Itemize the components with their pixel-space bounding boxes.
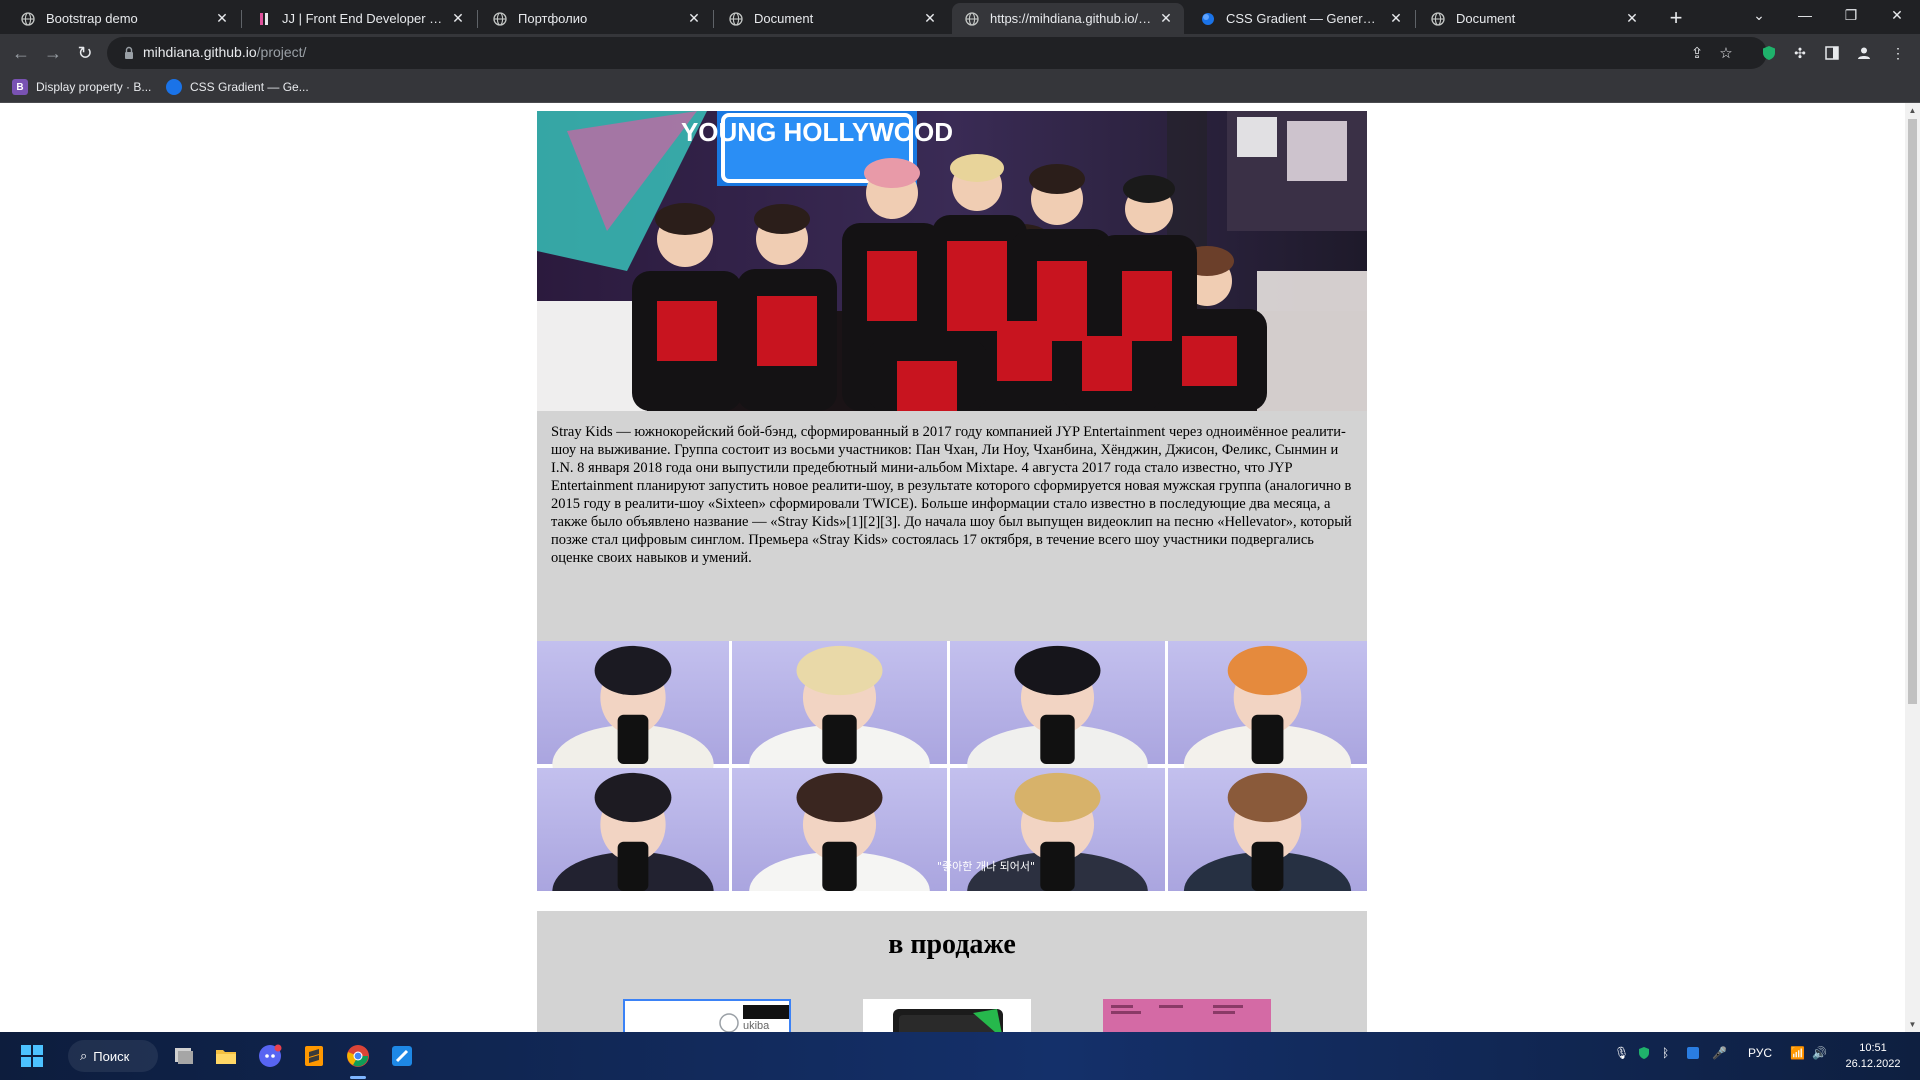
sale-heading: в продаже bbox=[888, 929, 1016, 960]
member-portrait bbox=[732, 768, 947, 931]
new-tab-button[interactable]: + bbox=[1662, 4, 1690, 32]
close-window-button[interactable]: ✕ bbox=[1874, 0, 1920, 30]
tab-title: Document bbox=[1456, 11, 1516, 26]
windows-taskbar: ⌕ Поиск 🎙 ᛒ 🎤 РУС 📶 🔊 10:51 26.12.2022 bbox=[0, 1032, 1920, 1080]
on-sale-section: в продаже ukiba bbox=[537, 911, 1367, 1032]
sublime-text-icon[interactable] bbox=[298, 1040, 330, 1072]
bookmark-label: Display property · B... bbox=[36, 80, 152, 94]
tab-portfolio[interactable]: Портфолио ✕ bbox=[480, 3, 712, 34]
microphone-icon[interactable]: 🎤 bbox=[1712, 1046, 1727, 1060]
member-photo-grid: "좋아한 개나 되어서" bbox=[537, 641, 1367, 931]
chrome-icon[interactable] bbox=[342, 1040, 374, 1072]
address-bar[interactable]: mihdiana.github.io/project/ ⇪ ☆ bbox=[107, 37, 1767, 69]
bookmark-css-gradient[interactable]: CSS Gradient — Ge... bbox=[166, 77, 309, 97]
clock-time: 10:51 bbox=[1859, 1042, 1887, 1054]
tab-search-icon[interactable]: ⌄ bbox=[1736, 0, 1782, 30]
clock-date: 26.12.2022 bbox=[1845, 1058, 1901, 1070]
mic-muted-icon[interactable]: 🎙 bbox=[1614, 1046, 1629, 1060]
globe-icon bbox=[1430, 11, 1446, 27]
scroll-up-icon[interactable]: ▲ bbox=[1905, 103, 1920, 118]
discord-icon[interactable] bbox=[254, 1040, 286, 1072]
product-card-2[interactable] bbox=[863, 999, 1031, 1032]
menu-kebab-icon[interactable]: ⋮ bbox=[1888, 43, 1908, 63]
bootstrap-icon: B bbox=[12, 79, 28, 95]
close-icon[interactable]: ✕ bbox=[1624, 10, 1640, 27]
css-gradient-icon bbox=[1200, 11, 1216, 27]
close-icon[interactable]: ✕ bbox=[922, 10, 938, 27]
bookmark-label: CSS Gradient — Ge... bbox=[190, 80, 309, 94]
scroll-down-icon[interactable]: ▼ bbox=[1905, 1017, 1920, 1032]
intro-text-box: Stray Kids — южнокорейский бой-бэнд, сфо… bbox=[551, 421, 1353, 621]
product-brand-label: ukiba bbox=[743, 1020, 770, 1032]
tab-mihdiana-project[interactable]: https://mihdiana.github.io/project/ ✕ bbox=[952, 3, 1184, 34]
system-clock[interactable]: 10:51 26.12.2022 bbox=[1838, 1040, 1908, 1072]
task-view-icon[interactable] bbox=[168, 1040, 200, 1072]
globe-icon bbox=[964, 11, 980, 27]
close-icon[interactable]: ✕ bbox=[1388, 10, 1404, 27]
forward-icon[interactable]: → bbox=[38, 38, 68, 68]
bookmarks-bar: B Display property · B... CSS Gradient —… bbox=[0, 72, 1920, 103]
intro-paragraph: Stray Kids — южнокорейский бой-бэнд, сфо… bbox=[551, 424, 1352, 566]
reload-icon[interactable]: ↻ bbox=[70, 38, 100, 68]
tab-title: https://mihdiana.github.io/project/ bbox=[990, 11, 1152, 26]
tab-css-gradient[interactable]: CSS Gradient — Generator, Maker ✕ bbox=[1188, 3, 1414, 34]
minimize-button[interactable]: — bbox=[1782, 0, 1828, 30]
globe-icon bbox=[20, 11, 36, 27]
search-icon: ⌕ bbox=[80, 1048, 88, 1063]
tab-document-1[interactable]: Document ✕ bbox=[716, 3, 948, 34]
page-scrollbar[interactable]: ▲ ▼ bbox=[1905, 103, 1920, 1032]
page-viewport: YOUNG HOLLYWOOD Stray Kids — южнокорейск… bbox=[0, 103, 1905, 1032]
lock-icon[interactable] bbox=[121, 45, 137, 61]
wifi-icon[interactable]: 📶 bbox=[1790, 1046, 1805, 1060]
tab-title: Document bbox=[754, 11, 814, 26]
browser-toolbar: ← → ↻ mihdiana.github.io/project/ ⇪ ☆ ✣ … bbox=[0, 34, 1920, 72]
volume-icon[interactable]: 🔊 bbox=[1812, 1046, 1827, 1060]
extensions-puzzle-icon[interactable]: ✣ bbox=[1790, 43, 1810, 63]
start-windows-icon[interactable] bbox=[16, 1040, 48, 1072]
taskbar-search[interactable]: ⌕ Поиск bbox=[68, 1040, 158, 1072]
jj-logo-icon bbox=[256, 11, 272, 27]
globe-icon bbox=[728, 11, 744, 27]
close-icon[interactable]: ✕ bbox=[1158, 10, 1174, 27]
input-language[interactable]: РУС bbox=[1748, 1046, 1772, 1060]
product-card-1[interactable]: ukiba bbox=[623, 999, 791, 1032]
bluetooth-icon[interactable]: ᛒ bbox=[1662, 1046, 1669, 1060]
scroll-thumb[interactable] bbox=[1908, 119, 1917, 704]
globe-icon bbox=[492, 11, 508, 27]
tab-document-2[interactable]: Document ✕ bbox=[1418, 3, 1650, 34]
tab-title: JJ | Front End Developer | WordPress bbox=[282, 11, 444, 26]
hero-group-photo: YOUNG HOLLYWOOD bbox=[537, 111, 1367, 411]
member-portrait bbox=[537, 768, 729, 931]
tab-jj-front-end[interactable]: JJ | Front End Developer | WordPress ✕ bbox=[244, 3, 476, 34]
shield-tray-icon[interactable] bbox=[1638, 1046, 1650, 1063]
tab-bootstrap-demo[interactable]: Bootstrap demo ✕ bbox=[8, 3, 240, 34]
share-icon[interactable]: ⇪ bbox=[1687, 43, 1707, 63]
profile-icon[interactable] bbox=[1854, 43, 1874, 63]
video-caption: "좋아한 개나 되어서" bbox=[937, 860, 1035, 873]
defender-icon[interactable] bbox=[1686, 1046, 1700, 1063]
tab-title: Bootstrap demo bbox=[46, 11, 138, 26]
url-text[interactable]: mihdiana.github.io/project/ bbox=[143, 44, 306, 60]
restore-button[interactable]: ❐ bbox=[1828, 0, 1874, 30]
paint-app-icon[interactable] bbox=[386, 1040, 418, 1072]
side-panel-icon[interactable] bbox=[1822, 43, 1842, 63]
hero-sign-text: YOUNG HOLLYWOOD bbox=[681, 117, 953, 147]
file-explorer-icon[interactable] bbox=[210, 1040, 242, 1072]
shield-extension-icon[interactable] bbox=[1759, 43, 1779, 63]
back-icon[interactable]: ← bbox=[6, 38, 36, 68]
bookmark-display-property[interactable]: B Display property · B... bbox=[12, 77, 151, 97]
search-label: Поиск bbox=[93, 1048, 130, 1064]
member-portrait bbox=[1168, 768, 1367, 931]
css-gradient-icon bbox=[166, 79, 182, 95]
bookmark-star-icon[interactable]: ☆ bbox=[1716, 43, 1736, 63]
tab-title: CSS Gradient — Generator, Maker bbox=[1226, 11, 1382, 26]
close-icon[interactable]: ✕ bbox=[214, 10, 230, 27]
close-icon[interactable]: ✕ bbox=[686, 10, 702, 27]
tab-strip: Bootstrap demo ✕ JJ | Front End Develope… bbox=[0, 0, 1920, 34]
close-icon[interactable]: ✕ bbox=[450, 10, 466, 27]
tab-title: Портфолио bbox=[518, 11, 588, 26]
product-card-3[interactable] bbox=[1103, 999, 1271, 1032]
